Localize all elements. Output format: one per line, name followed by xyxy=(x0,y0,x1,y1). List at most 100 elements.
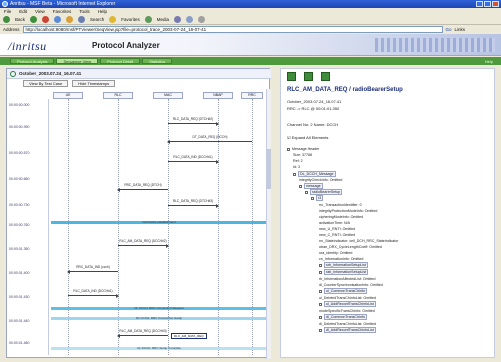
mail-icon[interactable] xyxy=(186,16,194,23)
sequence-panel: October_2003.07.24_16.07.41 View By Test… xyxy=(6,68,271,359)
anritsu-logo: /inritsu xyxy=(8,39,47,53)
tree-node[interactable]: ul_DeletedTransChInfoList: Omitted xyxy=(319,296,376,300)
procedure-band[interactable]: UL DCCH: RRC Setup Complete xyxy=(51,346,267,350)
selected-message-tag[interactable]: RLC_AM_DATA_REQ xyxy=(171,333,207,339)
hide-timestamps-button[interactable]: Hide Timestamps xyxy=(72,80,116,87)
search-button[interactable]: Search xyxy=(90,17,104,22)
tree-node[interactable]: rrc_TransactionIdentifier: 0 xyxy=(319,203,362,207)
message-arrow[interactable]: RLC_DATA_REQ (DTCH#3) xyxy=(168,199,219,208)
tree-node[interactable]: srb_InformationSetupList xyxy=(319,262,368,268)
menu-bar: File Edit View Favorites Tools Help xyxy=(0,8,501,15)
maximize-button[interactable] xyxy=(484,1,491,7)
tree-node[interactable]: integrityProtectionModeInfo: Omitted xyxy=(319,209,377,213)
tab-sequence-view[interactable]: Sequence View xyxy=(56,58,99,64)
back-icon[interactable] xyxy=(3,16,10,23)
stop-icon[interactable] xyxy=(42,16,50,23)
menu-edit[interactable]: Edit xyxy=(19,8,27,15)
tree-node[interactable]: Id: 3 xyxy=(293,165,300,169)
time-label: 00:00:01.480 xyxy=(9,341,30,345)
tree-node[interactable]: ul_CommonTransChInfo xyxy=(319,288,368,294)
message-label: RLC_AM_DATA_REQ (DCCH#2) xyxy=(119,239,167,243)
menu-view[interactable]: View xyxy=(35,8,45,15)
message-arrow[interactable]: RLC_DATA_REQ (DTCH#2) xyxy=(168,117,219,126)
tree-node[interactable]: modeSpecificTransChInfo: Omitted xyxy=(319,309,375,313)
media-icon[interactable] xyxy=(144,16,152,23)
refresh-icon[interactable] xyxy=(10,71,16,77)
message-arrow[interactable]: RLC_DATA_IND (DCCH#1) xyxy=(168,155,219,164)
time-label: 00:00:00.730 xyxy=(9,203,30,207)
sequence-diagram: 00:00:00.000 00:00:00.390 00:00:00.570 0… xyxy=(7,89,271,359)
tree-node[interactable]: rb_InformationAffectedList: Omitted xyxy=(319,277,375,281)
hex-view-icon[interactable] xyxy=(321,72,330,81)
lifeline-header-mac: MAC xyxy=(153,92,183,99)
print-icon[interactable] xyxy=(198,16,206,23)
expand-all-checkbox[interactable]: ☑ Expand All Elements xyxy=(287,135,328,140)
tree-node[interactable]: rab_InformationSetupList xyxy=(319,269,369,275)
tree-node[interactable]: cipheringModeInfo: Omitted xyxy=(319,215,363,219)
message-arrow[interactable]: RLC_AM_DATA_REQ (DCCH#3) xyxy=(117,329,168,338)
message-arrow[interactable]: RRC_DATA_REQ (DTCH) xyxy=(117,183,168,192)
procedure-band[interactable]: Cell FACH establishment xyxy=(51,220,267,224)
back-button[interactable]: Back xyxy=(15,17,25,22)
sequence-scrollbar[interactable] xyxy=(266,89,271,359)
tab-statistics[interactable]: Statistics xyxy=(142,58,173,64)
message-label: RLC_DATA_REQ (DTCH#3) xyxy=(172,199,214,203)
menu-help[interactable]: Help xyxy=(98,8,107,15)
view-by-test-case-button[interactable]: View By Test Case xyxy=(23,80,69,87)
lifeline-header-ue: UE xyxy=(53,92,83,99)
tree-node[interactable]: new_U_RNTI: Omitted xyxy=(319,227,355,231)
procedure-band[interactable]: DL CCCH: RRC Connection Setup xyxy=(51,316,267,320)
minimize-button[interactable] xyxy=(476,1,483,7)
address-input[interactable]: http://localhost:8080/msf/PTViewer/SeqVi… xyxy=(22,26,443,33)
favorites-icon[interactable] xyxy=(109,16,117,23)
menu-favorites[interactable]: Favorites xyxy=(53,8,72,15)
search-icon[interactable] xyxy=(78,16,86,23)
tree-node[interactable]: dl_CommonTransChInfo xyxy=(319,314,368,320)
tree-node[interactable]: ul_AddReconfTransChInfoList xyxy=(319,301,376,307)
tree-node[interactable]: dl_AddReconfTransChInfoList xyxy=(319,327,376,333)
tree-node[interactable]: rrc_StateIndicator: cell_DCH_RRC_StateIn… xyxy=(319,239,399,243)
tree-node[interactable]: new_C_RNTI: Omitted xyxy=(319,233,355,237)
tree-node[interactable]: Message Header xyxy=(287,147,319,151)
tree-node[interactable]: DL_DCCH_Message xyxy=(293,171,336,177)
home-icon[interactable] xyxy=(66,16,74,23)
expand-all-label: Expand All Elements xyxy=(291,135,329,140)
tree-node[interactable]: dl_DeletedTransChInfoList: Omitted xyxy=(319,322,376,326)
scroll-thumb[interactable] xyxy=(267,149,271,189)
tab-protocol-analysis[interactable]: Protocol Analysis xyxy=(10,58,55,64)
browser-toolbar: Back Search Favorites Media xyxy=(0,15,501,25)
procedure-band[interactable]: UL CCCH: RRC Connection Request xyxy=(51,306,267,310)
time-label: 00:00:00.000 xyxy=(9,103,30,107)
history-icon[interactable] xyxy=(174,16,182,23)
tree-node[interactable]: dl_CounterSynchronisationInfo: Omitted xyxy=(319,283,383,287)
decode-icon[interactable] xyxy=(287,72,296,81)
tree-node[interactable]: message xyxy=(299,183,323,189)
tree-node[interactable]: activationTime: N/A xyxy=(319,221,350,225)
message-arrow[interactable]: RRC_DATA_IND (ccch) xyxy=(67,265,118,274)
lifeline-header-rrc: RRC xyxy=(241,92,263,99)
menu-tools[interactable]: Tools xyxy=(79,8,90,15)
tree-node[interactable]: radioBearerSetup xyxy=(305,189,343,195)
refresh-icon[interactable] xyxy=(54,16,62,23)
media-button[interactable]: Media xyxy=(157,17,169,22)
favorites-button[interactable]: Favorites xyxy=(121,17,140,22)
message-arrow[interactable]: RLC_DATA_IND (DCCH#1) xyxy=(68,289,119,298)
time-label: 00:00:00.760 xyxy=(9,223,30,227)
tree-node[interactable]: utran_DRX_CycleLengthCoeff: Omitted xyxy=(319,245,382,249)
tree-node[interactable]: Size: 37788 xyxy=(293,153,312,157)
forward-icon[interactable] xyxy=(30,16,38,23)
links-button[interactable]: Links xyxy=(455,27,466,32)
tree-node[interactable]: Ref: 2 xyxy=(293,159,303,163)
message-arrow[interactable]: DT_DATA_REQ (DCCH) xyxy=(167,135,252,144)
tree-node[interactable]: ura_Identity: Omitted xyxy=(319,251,352,255)
tree-node[interactable]: cn_InformationInfo: Omitted xyxy=(319,257,363,261)
tree-node[interactable]: integrityCheckInfo: Omitted xyxy=(299,178,342,182)
message-arrow[interactable]: RLC_AM_DATA_REQ (DCCH#2) xyxy=(118,239,169,248)
tab-protocol-detail[interactable]: Protocol Detail xyxy=(100,58,141,64)
go-button[interactable]: Go xyxy=(446,27,452,32)
close-button[interactable] xyxy=(492,1,499,7)
tree-node[interactable]: r3 xyxy=(311,195,324,201)
menu-file[interactable]: File xyxy=(4,8,11,15)
bar-chart-icon[interactable] xyxy=(304,72,313,81)
help-link[interactable]: Help xyxy=(485,59,493,64)
